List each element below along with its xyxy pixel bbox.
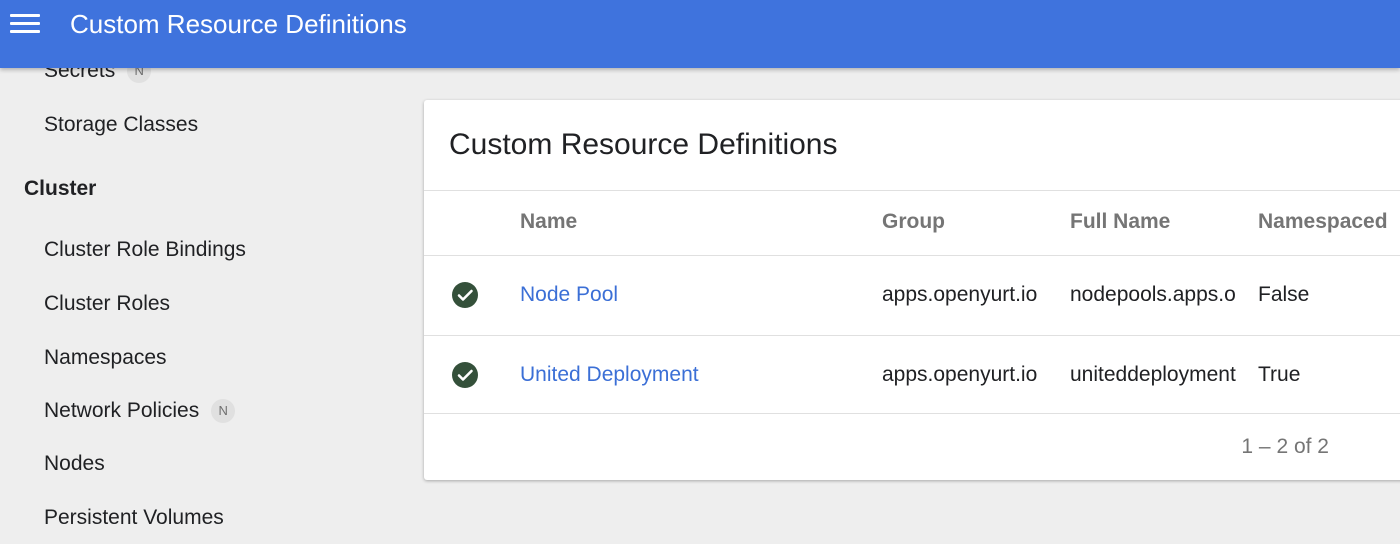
column-header-name[interactable]: Name	[520, 209, 577, 235]
crd-name-link[interactable]: United Deployment	[520, 362, 699, 388]
new-badge: N	[127, 68, 152, 84]
pagination-range: 1 – 2 of 2	[1241, 435, 1329, 458]
crd-group: apps.openyurt.io	[882, 363, 1038, 386]
divider	[424, 190, 1400, 191]
crd-namespaced: False	[1258, 283, 1310, 306]
divider	[424, 413, 1400, 414]
crd-list-card: Custom Resource Definitions Name Group F…	[424, 100, 1400, 480]
sidebar-item-storage-classes[interactable]: Storage Classes	[44, 112, 198, 138]
top-app-bar: Custom Resource Definitions	[0, 0, 1400, 68]
check-circle-icon	[452, 282, 478, 308]
sidebar-item-label: Cluster Role Bindings	[44, 238, 246, 261]
crd-name-link[interactable]: Node Pool	[520, 282, 618, 308]
app-title: Custom Resource Definitions	[70, 9, 407, 39]
check-circle-icon	[452, 362, 478, 388]
sidebar-item-nodes[interactable]: Nodes	[44, 451, 105, 477]
sidebar-item-persistent-volumes[interactable]: Persistent Volumes	[44, 505, 224, 531]
column-header-namespaced[interactable]: Namespaced	[1258, 209, 1388, 235]
crd-namespaced: True	[1258, 363, 1301, 386]
crd-full-name: uniteddeployment	[1070, 363, 1236, 386]
card-title: Custom Resource Definitions	[449, 128, 838, 161]
column-header-full-name[interactable]: Full Name	[1070, 209, 1170, 235]
column-header-group[interactable]: Group	[882, 209, 945, 235]
sidebar-item-label: Persistent Volumes	[44, 506, 224, 529]
crd-group: apps.openyurt.io	[882, 283, 1038, 306]
sidebar-section-cluster: Cluster	[24, 177, 97, 200]
divider	[424, 335, 1400, 336]
sidebar-item-label: Cluster Roles	[44, 292, 171, 315]
hamburger-menu-icon[interactable]	[6, 6, 44, 42]
crd-full-name: nodepools.apps.o	[1070, 283, 1236, 306]
divider	[424, 255, 1400, 256]
sidebar-item-cluster-roles[interactable]: Cluster Roles	[44, 291, 170, 317]
sidebar-nav: Secrets N Storage Classes Cluster Cluster…	[0, 68, 400, 544]
sidebar-item-secrets[interactable]: Secrets N	[44, 68, 152, 84]
sidebar-item-label: Namespaces	[44, 346, 167, 369]
sidebar-item-label: Secrets	[44, 68, 116, 82]
sidebar-item-label: Network Policies	[44, 399, 200, 422]
sidebar-item-namespaces[interactable]: Namespaces	[44, 345, 167, 371]
sidebar-item-cluster-role-bindings[interactable]: Cluster Role Bindings	[44, 237, 246, 263]
sidebar-item-label: Storage Classes	[44, 113, 199, 136]
sidebar-item-network-policies[interactable]: Network Policies N	[44, 398, 236, 424]
sidebar-item-label: Nodes	[44, 452, 105, 475]
new-badge: N	[211, 399, 236, 424]
